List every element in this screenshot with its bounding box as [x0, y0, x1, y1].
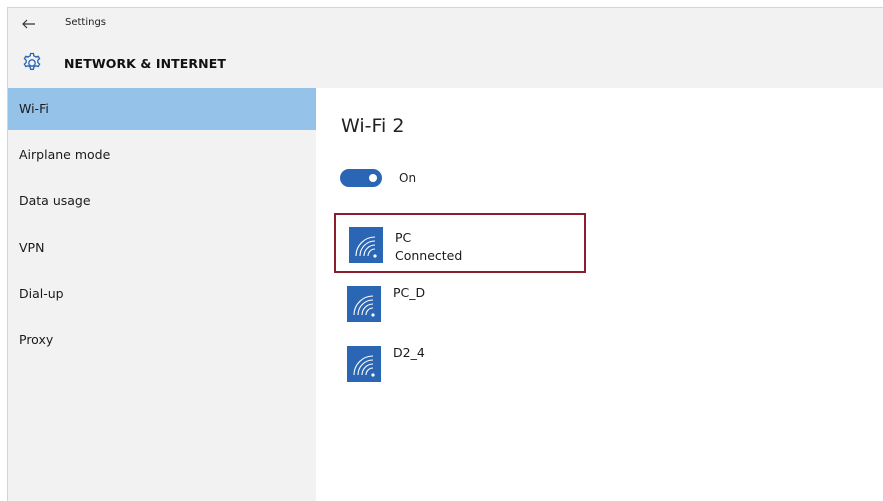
sidebar-item-dial-up[interactable]: Dial-up	[8, 273, 316, 315]
sidebar-item-proxy[interactable]: Proxy	[8, 319, 316, 361]
main-content: Wi-Fi 2 On PC Connected PC_D D2_4	[316, 88, 883, 501]
sidebar-item-vpn[interactable]: VPN	[8, 227, 316, 269]
sidebar-item-wifi[interactable]: Wi-Fi	[8, 88, 316, 130]
wifi-toggle[interactable]	[340, 169, 382, 187]
back-button[interactable]	[18, 14, 40, 34]
network-name: D2_4	[393, 345, 425, 360]
wifi-heading: Wi-Fi 2	[341, 115, 405, 137]
page-title: NETWORK & INTERNET	[64, 56, 226, 71]
title-bar: Settings	[8, 8, 883, 40]
network-item-d2-4[interactable]: D2_4	[334, 334, 586, 394]
wifi-icon	[353, 355, 375, 377]
app-title: Settings	[65, 17, 107, 28]
toggle-label: On	[399, 171, 417, 185]
wifi-tile	[349, 227, 383, 263]
network-item-pc[interactable]: PC Connected	[334, 213, 586, 273]
wifi-icon	[355, 236, 377, 258]
section-header: NETWORK & INTERNET	[8, 48, 883, 80]
gear-icon	[23, 52, 41, 70]
wifi-tile	[347, 346, 381, 382]
header: Settings NETWORK & INTERNET	[8, 8, 883, 88]
sidebar-item-airplane-mode[interactable]: Airplane mode	[8, 134, 316, 176]
sidebar-item-data-usage[interactable]: Data usage	[8, 180, 316, 222]
network-name: PC_D	[393, 285, 426, 300]
network-name: PC	[395, 230, 412, 245]
network-status: Connected	[395, 248, 463, 263]
wifi-icon	[353, 295, 375, 317]
wifi-tile	[347, 286, 381, 322]
network-item-pc-d[interactable]: PC_D	[334, 274, 586, 334]
back-arrow-icon	[22, 19, 35, 29]
settings-window: Settings NETWORK & INTERNET Wi-Fi Airpla…	[7, 7, 883, 501]
toggle-knob	[369, 174, 377, 182]
sidebar: Wi-Fi Airplane mode Data usage VPN Dial-…	[8, 88, 316, 501]
